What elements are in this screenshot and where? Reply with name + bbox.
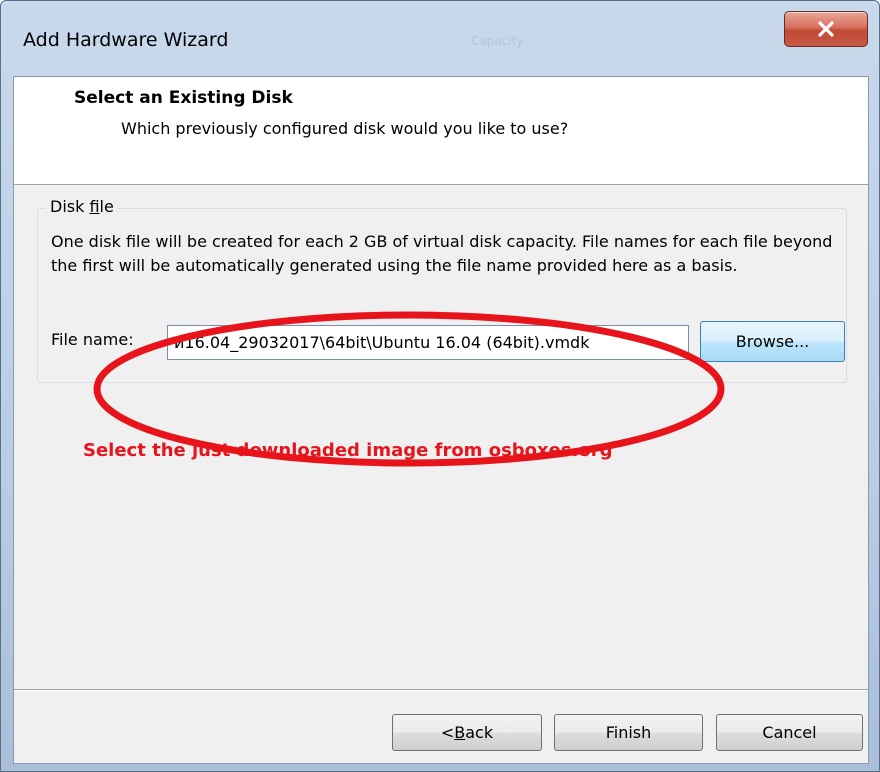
cancel-button[interactable]: Cancel <box>716 714 863 751</box>
filename-label: File name: <box>51 330 134 349</box>
window-title: Add Hardware Wizard <box>23 29 229 51</box>
page-subtitle: Which previously configured disk would y… <box>121 119 569 138</box>
close-button[interactable] <box>784 11 868 47</box>
close-icon <box>785 12 867 46</box>
disk-file-description: One disk file will be created for each 2… <box>51 232 833 275</box>
footer-divider <box>14 689 868 691</box>
back-label-suffix: ack <box>465 723 494 742</box>
title-bar: Add Hardware Wizard Capacity <box>1 1 879 77</box>
group-label-accelerator: f <box>89 197 100 216</box>
filename-value: и16.04_29032017\64bit\Ubuntu 16.04 (64bi… <box>174 333 590 352</box>
wizard-window: Add Hardware Wizard Capacity Select an E… <box>0 0 880 772</box>
browse-button[interactable]: Browse... <box>700 321 845 362</box>
disk-file-group-label: Disk file <box>46 197 118 216</box>
group-label-suffix: ile <box>99 197 114 216</box>
annotation-text: Select the just downloaded image from os… <box>83 440 613 461</box>
finish-button[interactable]: Finish <box>554 714 703 751</box>
back-label-prefix: < <box>440 723 455 742</box>
back-label-accelerator: B <box>454 723 466 742</box>
wizard-header: Select an Existing Disk Which previously… <box>14 77 868 185</box>
page-title: Select an Existing Disk <box>74 88 293 108</box>
wizard-client-area: Select an Existing Disk Which previously… <box>13 76 869 764</box>
back-button[interactable]: < Back <box>392 714 542 751</box>
group-label-prefix: Disk <box>50 197 90 216</box>
background-ghost-text: Capacity <box>471 34 524 48</box>
filename-input[interactable]: и16.04_29032017\64bit\Ubuntu 16.04 (64bi… <box>167 325 689 360</box>
